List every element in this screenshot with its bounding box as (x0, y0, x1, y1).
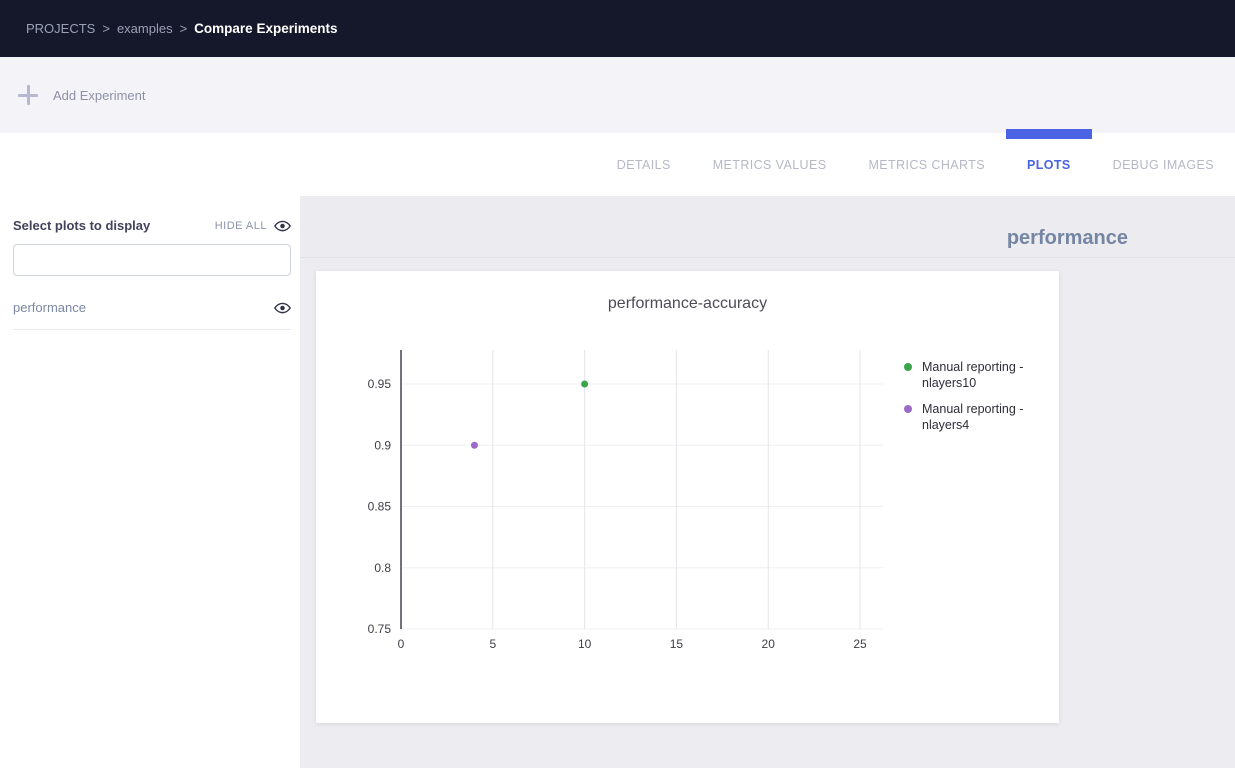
tab-label: METRICS VALUES (713, 158, 827, 172)
tab-label: DETAILS (617, 158, 671, 172)
tab-label: PLOTS (1027, 158, 1071, 172)
legend-marker-icon (904, 405, 912, 413)
plot-group-header: performance (300, 196, 1235, 258)
eye-icon[interactable] (274, 302, 291, 314)
chart-legend: Manual reporting - nlayers10 Manual repor… (904, 359, 1040, 433)
tab-metrics-values[interactable]: METRICS VALUES (692, 133, 848, 196)
sidebar-header: Select plots to display HIDE ALL (13, 218, 291, 233)
tab-metrics-charts[interactable]: METRICS CHARTS (847, 133, 1006, 196)
legend-label: Manual reporting - nlayers4 (922, 401, 1040, 434)
plot-list-item[interactable]: performance (13, 292, 291, 330)
tab-bar: DETAILS METRICS VALUES METRICS CHARTS PLOTS… (0, 133, 1235, 196)
breadcrumb-root[interactable]: PROJECTS (26, 21, 95, 36)
breadcrumb-current: Compare Experiments (194, 21, 337, 36)
hide-all-label: HIDE ALL (215, 220, 267, 232)
eye-icon (274, 220, 291, 232)
breadcrumb-separator: > (102, 21, 110, 36)
add-experiment-label: Add Experiment (53, 88, 146, 103)
plot-filter-input[interactable] (13, 244, 291, 276)
svg-text:5: 5 (489, 637, 496, 651)
tab-label: METRICS CHARTS (868, 158, 985, 172)
plot-svg[interactable]: 0.75 0.8 0.85 0.9 0.95 0 5 10 15 20 25 (316, 271, 1059, 723)
breadcrumb-separator: > (180, 21, 188, 36)
legend-item[interactable]: Manual reporting - nlayers4 (904, 401, 1040, 434)
tab-details[interactable]: DETAILS (596, 133, 692, 196)
breadcrumb-project[interactable]: examples (117, 21, 173, 36)
svg-text:0.8: 0.8 (374, 561, 391, 575)
svg-text:0: 0 (398, 637, 405, 651)
plot-item-label: performance (13, 300, 86, 315)
tab-label: DEBUG IMAGES (1113, 158, 1214, 172)
hide-all-button[interactable]: HIDE ALL (215, 220, 291, 232)
plus-icon (18, 85, 38, 105)
svg-text:25: 25 (853, 637, 867, 651)
plot-list: performance (13, 292, 291, 330)
svg-text:10: 10 (578, 637, 592, 651)
top-bar: PROJECTS > examples > Compare Experiment… (0, 0, 1235, 57)
legend-item[interactable]: Manual reporting - nlayers10 (904, 359, 1040, 392)
tab-debug-images[interactable]: DEBUG IMAGES (1092, 133, 1235, 196)
legend-marker-icon (904, 363, 912, 371)
plot-group-title: performance (1007, 227, 1128, 250)
active-tab-indicator (1006, 129, 1092, 139)
plot-card: performance-accuracy 0.750.80.850.90.950… (316, 271, 1059, 723)
add-experiment-button[interactable]: Add Experiment (18, 85, 146, 105)
svg-text:15: 15 (670, 637, 684, 651)
svg-text:20: 20 (762, 637, 776, 651)
main-content: performance performance-accuracy 0.750.8… (300, 196, 1235, 768)
svg-text:0.75: 0.75 (368, 622, 392, 636)
svg-text:0.95: 0.95 (368, 377, 392, 391)
svg-text:0.85: 0.85 (368, 500, 392, 514)
tab-plots[interactable]: PLOTS (1006, 133, 1092, 196)
svg-text:0.9: 0.9 (374, 438, 391, 452)
toolbar: Add Experiment (0, 57, 1235, 133)
app-root: PROJECTS > examples > Compare Experiment… (0, 0, 1235, 768)
legend-label: Manual reporting - nlayers10 (922, 359, 1040, 392)
sidebar: Select plots to display HIDE ALL perform… (0, 196, 300, 768)
sidebar-title: Select plots to display (13, 218, 150, 233)
